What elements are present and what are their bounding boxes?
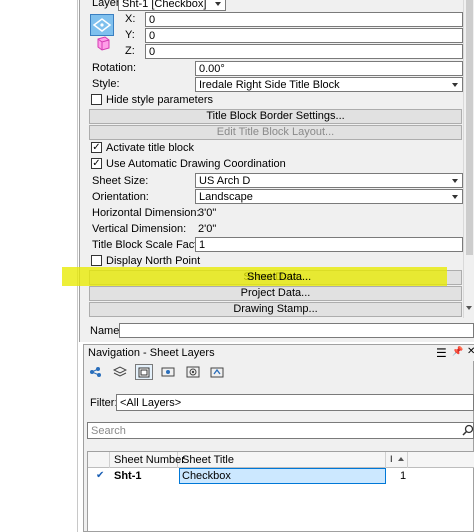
sheet-size-value: US Arch D: [199, 175, 251, 187]
style-value: Iredale Right Side Title Block: [199, 79, 340, 91]
activate-title-block-label: Activate title block: [106, 142, 195, 154]
x-label: X:: [125, 13, 136, 25]
chevron-down-icon: [452, 83, 458, 87]
row-sheet-title-cell[interactable]: Checkbox: [179, 468, 386, 484]
horizontal-dimension-value: 3'0": [198, 207, 217, 219]
header-value-col[interactable]: I: [386, 452, 408, 468]
x-field[interactable]: 0: [145, 12, 463, 27]
navigation-titlebar[interactable]: Navigation - Sheet Layers ☰ 📌 ✕: [84, 345, 474, 361]
sheet-size-select[interactable]: US Arch D: [195, 173, 463, 188]
sheet-icon[interactable]: [135, 364, 153, 380]
origin-locator-icon[interactable]: [90, 14, 114, 36]
layer-value: Sht-1 [Checkbox]: [122, 0, 207, 10]
sheet-data-label-overlay: Sheet Data...: [247, 271, 312, 283]
use-auto-coordination-label: Use Automatic Drawing Coordination: [106, 158, 286, 170]
chevron-up-icon: [398, 457, 404, 461]
rotation-label: Rotation:: [92, 62, 137, 74]
pin-icon[interactable]: 📌: [452, 346, 463, 357]
vertical-dimension-label: Vertical Dimension:: [92, 223, 187, 235]
row-sheet-title: Checkbox: [182, 470, 231, 482]
object-info-scrollbar[interactable]: [463, 0, 474, 318]
chevron-down-icon: [452, 195, 458, 199]
style-label: Style:: [92, 78, 120, 90]
row-value: 1: [400, 470, 407, 482]
row-sheet-number: Sht-1: [114, 470, 142, 482]
header-value-label: I: [390, 454, 393, 464]
search-input[interactable]: Search: [87, 422, 474, 439]
display-north-point-checkbox[interactable]: [91, 255, 102, 266]
name-field[interactable]: [119, 323, 474, 338]
saved-views-icon[interactable]: [159, 364, 177, 380]
y-label: Y:: [125, 29, 135, 41]
y-field[interactable]: 0: [145, 28, 463, 43]
navigation-title: Navigation - Sheet Layers: [88, 347, 215, 359]
orientation-label: Orientation:: [92, 191, 149, 203]
hide-style-params-checkbox[interactable]: [91, 94, 102, 105]
search-placeholder: Search: [91, 425, 126, 437]
filter-label: Filter:: [90, 397, 118, 409]
flyover-icon[interactable]: [87, 364, 105, 380]
header-sheet-title[interactable]: Sheet Title: [178, 452, 386, 468]
search-icon[interactable]: [462, 424, 474, 436]
display-north-point-label: Display North Point: [106, 255, 201, 267]
hide-style-params-label: Hide style parameters: [106, 94, 213, 106]
title-block-border-settings-button[interactable]: Title Block Border Settings...: [89, 109, 462, 124]
layer-select[interactable]: Sht-1 [Checkbox]: [118, 0, 226, 11]
design-layers-icon[interactable]: [208, 364, 226, 380]
left-window-strip: [0, 0, 78, 532]
horizontal-dimension-label: Horizontal Dimension:: [92, 207, 200, 219]
chevron-down-icon[interactable]: [466, 306, 472, 310]
use-auto-coordination-checkbox[interactable]: ✓: [91, 158, 102, 169]
filter-value: <All Layers>: [120, 397, 182, 409]
drawing-stamp-button[interactable]: Drawing Stamp...: [89, 302, 462, 317]
edit-title-block-layout-button[interactable]: Edit Title Block Layout...: [89, 125, 462, 140]
z-field[interactable]: 0: [145, 44, 463, 59]
scale-factor-label: Title Block Scale Factor:: [92, 239, 211, 251]
close-icon[interactable]: ✕: [467, 346, 474, 357]
orientation-select[interactable]: Landscape: [195, 189, 463, 204]
name-label: Name:: [90, 325, 123, 337]
scrollbar-thumb[interactable]: [466, 0, 473, 255]
visibility-icon[interactable]: [184, 364, 202, 380]
project-data-button[interactable]: Project Data...: [89, 286, 462, 301]
row-check-icon[interactable]: ✔: [96, 470, 104, 481]
table-row[interactable]: ✔ Sht-1 Checkbox 1: [88, 468, 410, 484]
chevron-down-icon: [452, 179, 458, 183]
activate-title-block-checkbox[interactable]: ✓: [91, 142, 102, 153]
menu-icon[interactable]: ☰: [436, 346, 447, 360]
z-label: Z:: [125, 45, 135, 57]
header-sheet-number-label: Sheet Number: [114, 454, 185, 466]
orientation-value: Landscape: [199, 191, 253, 203]
rotation-field[interactable]: 0.00°: [195, 61, 463, 76]
table-header: Sheet Number Sheet Title I: [88, 452, 474, 468]
header-sheet-title-label: Sheet Title: [182, 454, 234, 466]
layers-icon[interactable]: [111, 364, 129, 380]
header-sheet-number[interactable]: Sheet Number: [110, 452, 185, 468]
sheet-size-label: Sheet Size:: [92, 175, 149, 187]
vertical-dimension-value: 2'0": [198, 223, 217, 235]
filter-select[interactable]: <All Layers>: [116, 394, 474, 411]
scale-factor-field[interactable]: 1: [195, 237, 463, 252]
chevron-down-icon: [215, 2, 221, 6]
style-select[interactable]: Iredale Right Side Title Block: [195, 77, 463, 92]
3d-cube-icon[interactable]: [93, 34, 113, 52]
header-check-col[interactable]: [88, 452, 110, 468]
